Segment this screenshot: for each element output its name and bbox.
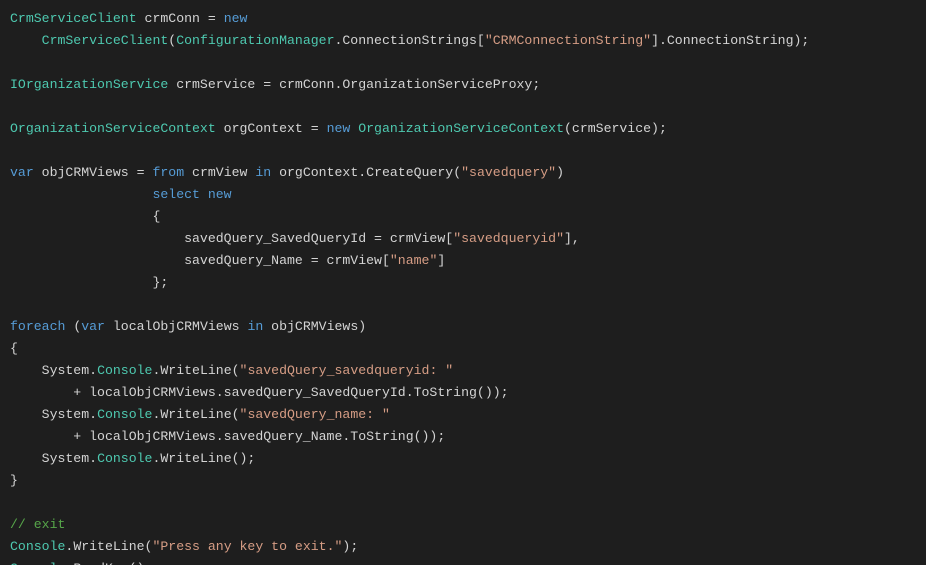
code-token: objCRMViews): [263, 319, 366, 334]
code-token: "CRMConnectionString": [485, 33, 651, 48]
code-token: "Press any key to exit.": [152, 539, 342, 554]
code-token: .WriteLine(: [65, 539, 152, 554]
code-token: orgContext.CreateQuery(: [271, 165, 461, 180]
code-token: in: [255, 165, 271, 180]
code-token: new: [327, 121, 351, 136]
code-token: [10, 33, 42, 48]
code-token: objCRMViews =: [34, 165, 153, 180]
code-token: .WriteLine(: [152, 363, 239, 378]
code-token: new: [208, 187, 232, 202]
code-token: crmView: [184, 165, 255, 180]
code-token: new: [224, 11, 248, 26]
code-token: Console: [97, 407, 152, 422]
code-token: OrganizationServiceContext: [358, 121, 564, 136]
code-token: ].ConnectionString);: [651, 33, 809, 48]
code-token: Console: [97, 363, 152, 378]
code-token: .ReadKey();: [65, 561, 152, 565]
code-token: .WriteLine();: [152, 451, 255, 466]
code-token: + localObjCRMViews.savedQuery_Name.ToStr…: [10, 429, 445, 444]
code-token: crmConn =: [137, 11, 224, 26]
code-token: (: [168, 33, 176, 48]
code-token: ConfigurationManager: [176, 33, 334, 48]
code-token: [200, 187, 208, 202]
code-token: "name": [390, 253, 437, 268]
code-token: {: [10, 209, 160, 224]
code-token: }: [10, 473, 18, 488]
code-token: foreach: [10, 319, 65, 334]
code-token: var: [81, 319, 105, 334]
code-token: (: [65, 319, 81, 334]
code-token: );: [342, 539, 358, 554]
code-token: var: [10, 165, 34, 180]
code-token: ): [556, 165, 564, 180]
code-token: "savedqueryid": [453, 231, 564, 246]
code-block: CrmServiceClient crmConn = new CrmServic…: [0, 0, 926, 565]
code-token: .ConnectionStrings[: [334, 33, 484, 48]
code-token: ]: [437, 253, 445, 268]
code-token: crmService = crmConn.OrganizationService…: [168, 77, 540, 92]
code-token: Console: [10, 561, 65, 565]
code-token: savedQuery_SavedQueryId = crmView[: [10, 231, 453, 246]
code-token: System.: [10, 363, 97, 378]
code-token: CrmServiceClient: [42, 33, 169, 48]
code-token: select: [152, 187, 199, 202]
code-token: "savedquery": [461, 165, 556, 180]
code-token: ],: [564, 231, 580, 246]
code-token: IOrganizationService: [10, 77, 168, 92]
code-token: {: [10, 341, 18, 356]
code-token: savedQuery_Name = crmView[: [10, 253, 390, 268]
code-token: from: [152, 165, 184, 180]
code-token: .WriteLine(: [152, 407, 239, 422]
code-token: + localObjCRMViews.savedQuery_SavedQuery…: [10, 385, 509, 400]
code-token: "savedQuery_name: ": [240, 407, 390, 422]
code-token: [10, 187, 152, 202]
code-token: orgContext =: [216, 121, 327, 136]
code-token: CrmServiceClient: [10, 11, 137, 26]
code-token: Console: [10, 539, 65, 554]
code-token: "savedQuery_savedqueryid: ": [240, 363, 454, 378]
code-token: };: [10, 275, 168, 290]
code-token: System.: [10, 407, 97, 422]
code-token: (crmService);: [564, 121, 667, 136]
code-token: localObjCRMViews: [105, 319, 247, 334]
code-token: OrganizationServiceContext: [10, 121, 216, 136]
code-token: // exit: [10, 517, 65, 532]
code-token: in: [247, 319, 263, 334]
code-token: System.: [10, 451, 97, 466]
code-token: Console: [97, 451, 152, 466]
